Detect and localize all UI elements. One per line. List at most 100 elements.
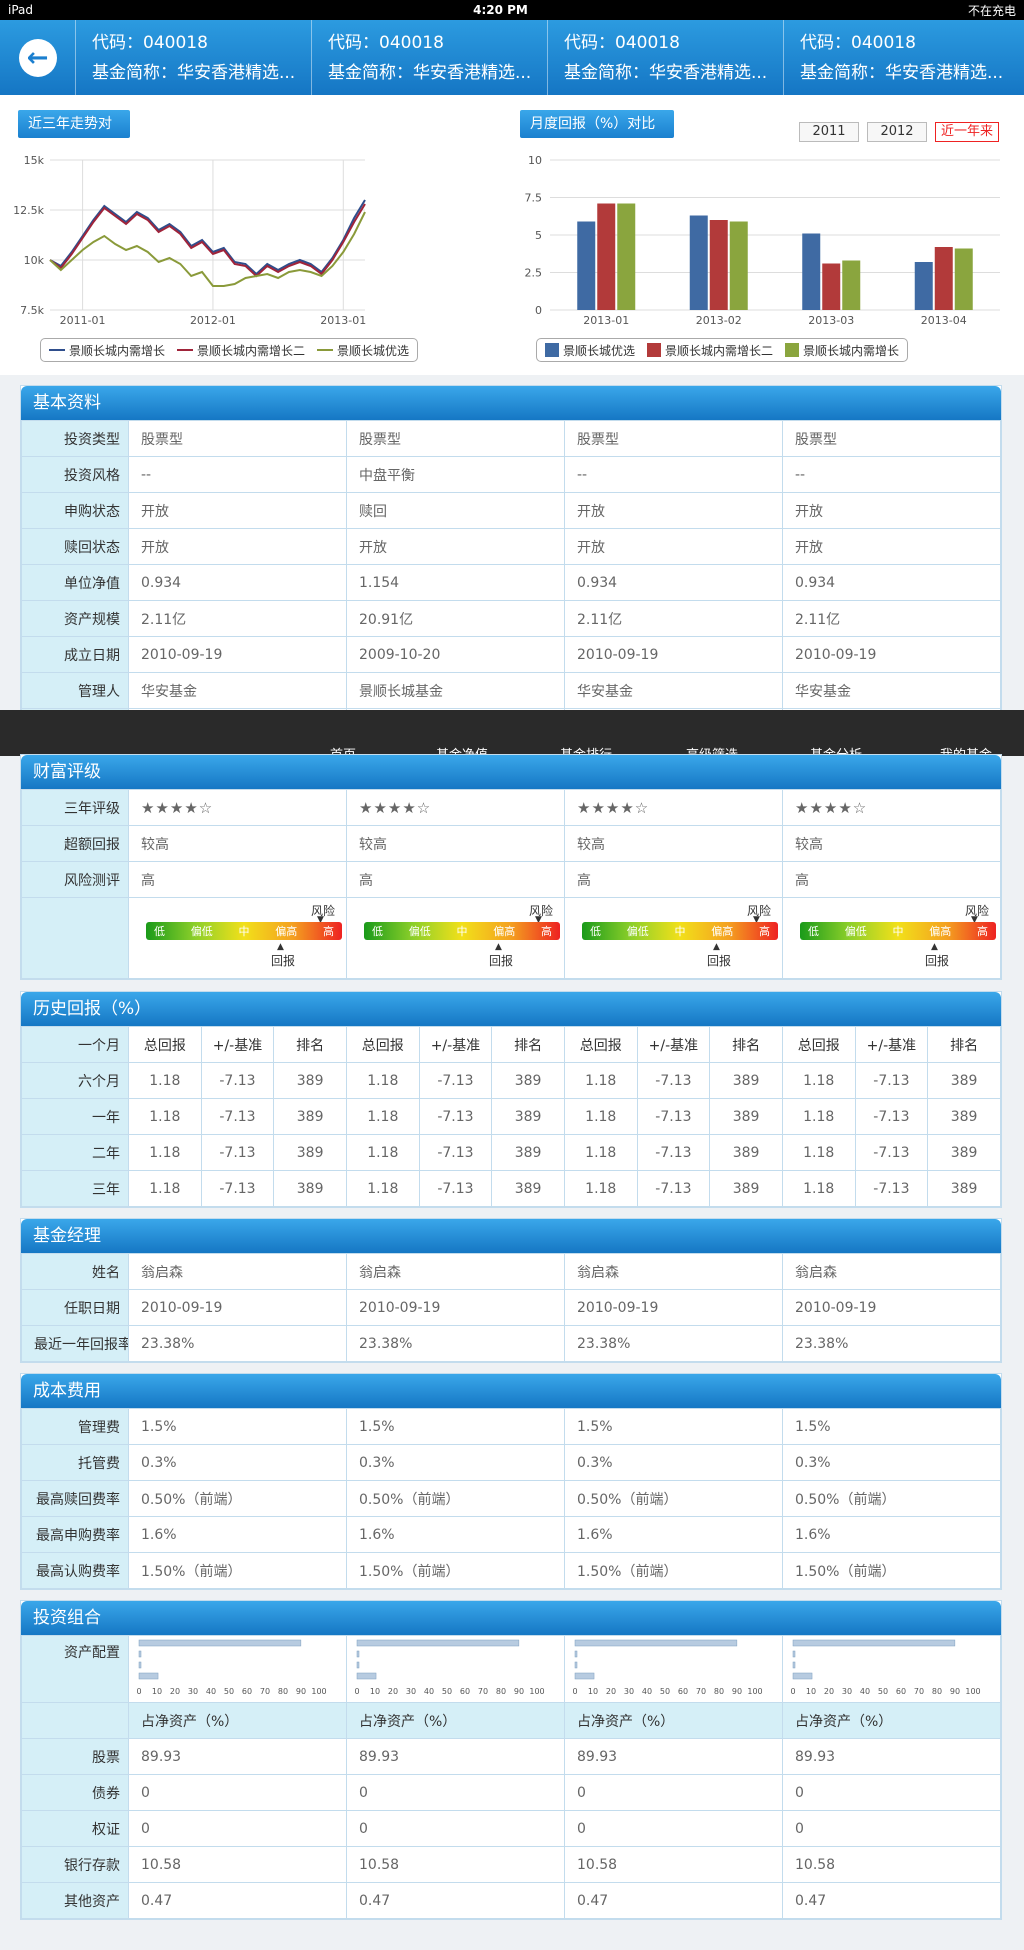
value-cell: 0 — [782, 1774, 1001, 1811]
value-cell: 1.18 — [781, 1098, 856, 1135]
risk-level-label: 偏低 — [190, 925, 213, 938]
basic-info-table: 投资类型 股票型 股票型 股票型 股票型 投资风格 -- 中盘平衡 -- -- 申购状态 开放 赎回 开放… — [21, 420, 1001, 745]
value-cell: 1.18 — [563, 1134, 638, 1171]
value-cell: 0.50%（前端） — [346, 1480, 565, 1517]
value-cell: 0 — [346, 1810, 565, 1847]
risk-level-label: 偏高 — [711, 925, 734, 938]
x-tick-label: 2011-01 — [60, 314, 106, 327]
value-cell: 389 — [273, 1134, 347, 1171]
y-tick-label: 2.5 — [525, 267, 543, 280]
value-cell: 开放 — [128, 528, 347, 565]
fund-tab-3[interactable]: 代码：040018 基金简称：华安香港精选... — [547, 20, 783, 95]
allocation-bar — [792, 1672, 813, 1680]
year-2011-button[interactable]: 2011 — [799, 122, 859, 142]
legend-item: 景顺长城内需增长二 — [647, 342, 773, 359]
value-cell: 1.18 — [128, 1170, 202, 1207]
monthly-chart-title: 月度回报（%）对比 — [520, 110, 674, 138]
value-cell: 389 — [273, 1062, 347, 1099]
value-cell: 0.934 — [128, 564, 347, 601]
value-cell: 0.3% — [346, 1444, 565, 1481]
row-label: 股票 — [21, 1738, 129, 1775]
bar — [577, 221, 596, 310]
value-cell: 1.154 — [346, 564, 565, 601]
value-cell: 0.47 — [346, 1882, 565, 1919]
y-tick-label: 5 — [535, 229, 542, 242]
fund-header-bar: ← 代码：040018 基金简称：华安香港精选... 代码：040018 基金简称：… — [0, 20, 1024, 95]
value-cell: -7.13 — [200, 1062, 275, 1099]
value-cell: 0.47 — [782, 1882, 1001, 1919]
risk-level-label: 高 — [541, 925, 552, 938]
risk-meter-cell: 风险 ▼ 低偏低中偏高高 ▲ 回报 — [346, 897, 565, 979]
risk-level-label: 高 — [323, 925, 334, 938]
value-cell: 389 — [709, 1134, 783, 1171]
allocation-tick-label: 80 — [278, 1687, 288, 1696]
value-cell: 1.18 — [345, 1062, 420, 1099]
risk-level-label: 低 — [808, 925, 819, 938]
charge-status: 不在充电 — [967, 3, 1016, 18]
value-cell: 2010-09-19 — [782, 636, 1001, 673]
allocation-tick-label: 80 — [714, 1687, 724, 1696]
allocation-bar — [574, 1650, 578, 1658]
value-cell: -7.13 — [636, 1098, 711, 1135]
value-cell: 89.93 — [782, 1738, 1001, 1775]
value-cell: 1.18 — [781, 1062, 856, 1099]
year-2012-button[interactable]: 2012 — [867, 122, 927, 142]
manager-row: 姓名 翁启森 翁启森 翁启森 翁启森 — [21, 1253, 1001, 1290]
value-cell: 2010-09-19 — [564, 1289, 783, 1326]
row-label: 风险测评 — [21, 861, 129, 898]
allocation-chart-cell: 0 10 20 30 40 50 60 70 80 90 100 — [128, 1635, 347, 1703]
row-label: 二年 — [21, 1134, 129, 1171]
value-cell: -7.13 — [200, 1170, 275, 1207]
value-cell: 389 — [273, 1098, 347, 1135]
legend-item: 景顺长城内需增长 — [785, 342, 899, 359]
allocation-bar-chart: 0 10 20 30 40 50 60 70 80 90 100 — [136, 1639, 327, 1696]
fund-tab-4[interactable]: 代码：040018 基金简称：华安香港精选... — [783, 20, 1019, 95]
cost-row: 最高赎回费率 0.50%（前端） 0.50%（前端） 0.50%（前端） 0.50%（前… — [21, 1480, 1001, 1517]
value-cell: 开放 — [782, 528, 1001, 565]
series-line — [49, 199, 366, 276]
value-cell: 1.18 — [128, 1062, 202, 1099]
value-cell: 389 — [491, 1170, 565, 1207]
value-cell: 0 — [564, 1810, 783, 1847]
fund-tab-1[interactable]: 代码：040018 基金简称：华安香港精选... — [75, 20, 311, 95]
cost-row: 最高认购费率 1.50%（前端） 1.50%（前端） 1.50%（前端） 1.50%（前… — [21, 1552, 1001, 1589]
value-cell: 23.38% — [128, 1325, 347, 1362]
value-cell: 10.58 — [782, 1846, 1001, 1883]
basic-info-row: 管理人 华安基金 景顺长城基金 华安基金 华安基金 — [21, 672, 1001, 709]
value-cell: 开放 — [564, 528, 783, 565]
risk-meter: 风险 ▼ 低偏低中偏高高 ▲ 回报 — [141, 899, 342, 978]
value-cell: 股票型 — [564, 420, 783, 457]
value-cell: 23.38% — [782, 1325, 1001, 1362]
value-cell: 1.18 — [345, 1134, 420, 1171]
value-cell: 0.3% — [128, 1444, 347, 1481]
allocation-tick-label: 30 — [406, 1687, 416, 1696]
fund-tab-2[interactable]: 代码：040018 基金简称：华安香港精选... — [311, 20, 547, 95]
row-label: 银行存款 — [21, 1846, 129, 1883]
allocation-tick-label: 100 — [311, 1687, 326, 1696]
back-button[interactable]: ← — [0, 20, 75, 95]
y-tick-label: 0 — [535, 304, 542, 317]
value-cell: 华安基金 — [128, 672, 347, 709]
allocation-tick-label: 50 — [442, 1687, 452, 1696]
value-cell: 开放 — [128, 492, 347, 529]
portfolio-row: 银行存款 10.58 10.58 10.58 10.58 — [21, 1846, 1001, 1883]
risk-meter: 风险 ▼ 低偏低中偏高高 ▲ 回报 — [359, 899, 560, 978]
risk-gradient-bar: 低 偏低 中 偏高 高 — [582, 922, 778, 940]
history-return-section: 历史回报（%） 一个月 总回报 +/-基准 排名 总回报 +/-基准 排名 总回报 +/-基准排… — [20, 991, 1002, 1208]
value-cell: 10.58 — [564, 1846, 783, 1883]
recent-year-button[interactable]: 近一年来 — [935, 122, 999, 142]
y-tick-label: 15k — [24, 154, 45, 167]
risk-level-label: 中 — [238, 925, 250, 938]
value-cell: 2010-09-19 — [782, 1289, 1001, 1326]
legend-item: 景顺长城内需增长二 — [177, 342, 305, 359]
allocation-tick-label: 0 — [790, 1687, 795, 1696]
allocation-tick-label: 100 — [965, 1687, 980, 1696]
allocation-tick-label: 100 — [747, 1687, 762, 1696]
y-tick-label: 7.5k — [20, 304, 44, 317]
row-label: 投资类型 — [21, 420, 129, 457]
column-header: 总回报 — [128, 1026, 202, 1063]
fund-code: 代码：040018 — [800, 33, 916, 53]
allocation-tick-label: 10 — [806, 1687, 816, 1696]
bar — [729, 221, 748, 310]
row-label: 三年 — [21, 1170, 129, 1207]
